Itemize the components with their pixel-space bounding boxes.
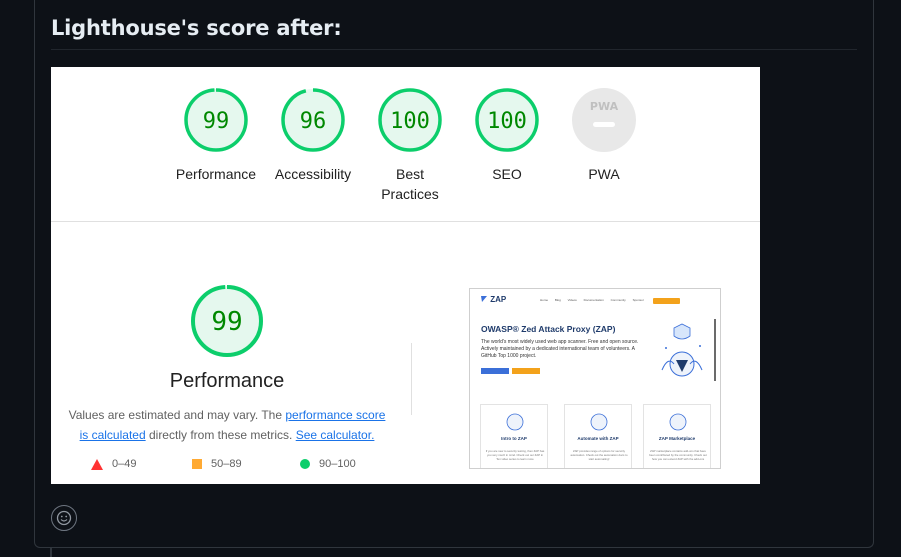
note-text: Values are estimated and may vary. The xyxy=(68,408,286,422)
ss-download-button xyxy=(653,298,680,304)
ss-card-text: If you are new to security testing, then… xyxy=(485,449,545,461)
gauge-ring: 99 xyxy=(184,88,248,152)
legend-fail: 0–49 xyxy=(91,458,136,470)
ss-hero-title: OWASP® Zed Attack Proxy (ZAP) xyxy=(481,324,616,334)
performance-score: 99 xyxy=(211,307,242,337)
category-gauges: 99 Performance 96 Accessibility 100 Best… xyxy=(51,67,760,222)
timeline-line xyxy=(50,548,52,557)
gauge-seo[interactable]: 100 SEO xyxy=(457,87,557,184)
lighthouse-report-image: 99 Performance 96 Accessibility 100 Best… xyxy=(51,67,760,484)
ss-menu: Home Blog Videos Documentation Community… xyxy=(540,298,644,302)
heading-divider xyxy=(51,49,857,50)
gauge-best-practices[interactable]: 100 Best Practices xyxy=(360,87,460,204)
gauge-label: PWA xyxy=(588,166,620,182)
performance-gauge: 99 xyxy=(191,285,263,357)
gauge-ring: 100 xyxy=(378,88,442,152)
ss-cta-secondary xyxy=(512,368,540,374)
zap-logo-text: ZAP xyxy=(490,295,507,304)
triangle-icon xyxy=(91,458,103,470)
legend-range: 90–100 xyxy=(319,458,356,470)
see-calculator-link[interactable]: See calculator. xyxy=(296,428,375,442)
add-reaction-button[interactable] xyxy=(51,505,77,531)
gauge-label: Accessibility xyxy=(274,166,352,182)
rocket-illustration-icon xyxy=(661,323,703,377)
performance-note: Values are estimated and may vary. The p… xyxy=(65,405,389,445)
gauge-accessibility[interactable]: 96 Accessibility xyxy=(263,87,363,184)
gauge-label-line: Best xyxy=(395,166,424,182)
gauge-ring: 100 xyxy=(475,88,539,152)
card-icon xyxy=(590,413,608,431)
card-icon xyxy=(506,413,524,431)
ss-card-title: Intro to ZAP xyxy=(501,436,527,441)
legend-pass: 90–100 xyxy=(300,458,356,470)
square-icon xyxy=(192,459,202,469)
zap-logo-icon xyxy=(481,296,487,302)
gauge-score: 99 xyxy=(203,109,230,134)
ss-nav: ZAP Home Blog Videos Documentation Commu… xyxy=(470,289,720,311)
ss-card: ZAP Marketplace ZAP marketplace contains… xyxy=(643,404,711,468)
vertical-divider xyxy=(411,343,412,415)
gauge-label-line: Practices xyxy=(381,186,439,202)
page-screenshot-thumbnail: ZAP Home Blog Videos Documentation Commu… xyxy=(469,288,721,469)
performance-title: Performance xyxy=(169,370,285,392)
pwa-badge-icon: PWA xyxy=(572,88,636,152)
note-text: directly from these metrics. xyxy=(145,428,296,442)
gauge-ring: 96 xyxy=(281,88,345,152)
ss-scrollbar xyxy=(714,319,716,381)
gauge-score: 100 xyxy=(487,109,527,134)
legend-average: 50–89 xyxy=(192,458,242,470)
ss-card-title: Automate with ZAP xyxy=(577,436,619,441)
ss-card-text: ZAP marketplace contains add-ons that ha… xyxy=(649,449,707,461)
performance-section: 99 Performance Values are estimated and … xyxy=(51,222,760,484)
ss-cta-primary xyxy=(481,368,509,374)
gauge-label: SEO xyxy=(492,166,522,182)
gauge-performance[interactable]: 99 Performance xyxy=(166,87,266,184)
zap-logo: ZAP xyxy=(480,295,506,304)
ss-card: Intro to ZAP If you are new to security … xyxy=(480,404,548,468)
gauge-pwa[interactable]: PWA PWA xyxy=(554,87,654,184)
legend-range: 50–89 xyxy=(211,458,242,470)
ss-card: Automate with ZAP ZAP provides range of … xyxy=(564,404,632,468)
smiley-icon xyxy=(56,510,72,526)
card-icon xyxy=(669,413,687,431)
gauge-label: Best Practices xyxy=(360,164,460,204)
gauge-score: 100 xyxy=(390,109,430,134)
gauge-score: 96 xyxy=(300,109,327,134)
ss-card-title: ZAP Marketplace xyxy=(658,436,696,441)
ss-card-text: ZAP provides range of options for securi… xyxy=(570,449,628,461)
legend-range: 0–49 xyxy=(112,458,137,470)
circle-icon xyxy=(300,459,310,469)
gauge-label: Performance xyxy=(175,166,257,182)
ss-hero-text: The world's most widely used web app sca… xyxy=(481,339,639,359)
pwa-badge-text: PWA xyxy=(590,100,619,113)
comment-heading: Lighthouse's score after: xyxy=(51,16,342,40)
